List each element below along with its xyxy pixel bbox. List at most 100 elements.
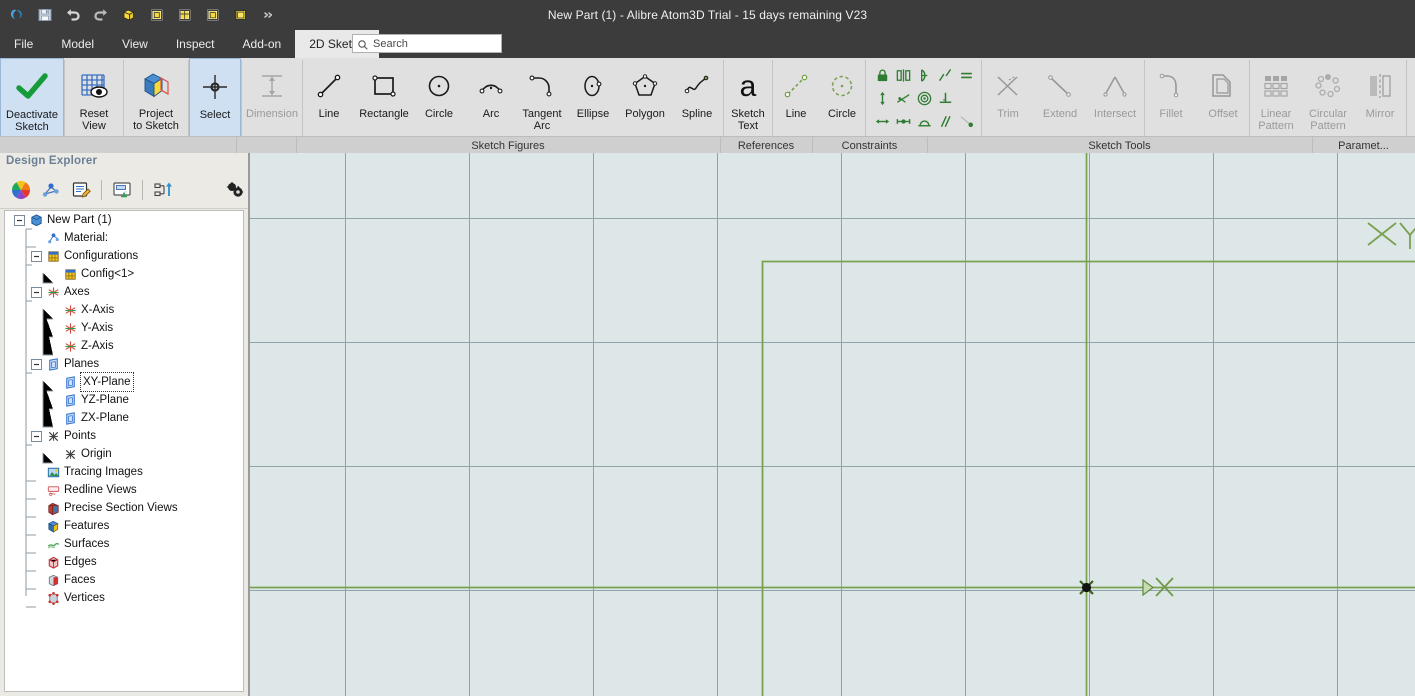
constraint-tangent-icon[interactable]	[895, 90, 912, 107]
tree-item-tracing-images[interactable]: Tracing Images	[5, 463, 243, 481]
reference-circle-button[interactable]: Circle	[819, 58, 865, 146]
tree-expander	[30, 502, 43, 515]
undo-icon[interactable]	[60, 2, 86, 28]
dimension-button[interactable]: Dimension	[242, 58, 302, 146]
design-explorer-tree[interactable]: New Part (1) Material: Configurations Confi…	[4, 210, 244, 692]
menu-item-view[interactable]: View	[108, 30, 162, 58]
intersect-button[interactable]: Intersect	[1086, 58, 1144, 146]
circular-pattern-button[interactable]: Circular Pattern	[1302, 58, 1354, 146]
collapse-tree-icon[interactable]	[150, 177, 176, 203]
line-button[interactable]: Line	[303, 58, 355, 146]
tree-row-container: New Part (1) Material: Configurations Confi…	[5, 211, 243, 607]
tree-item-origin[interactable]: Origin	[5, 445, 243, 463]
tree-item-faces[interactable]: Faces	[5, 571, 243, 589]
fillet-button[interactable]: Fillet	[1145, 58, 1197, 146]
constraint-perpendicular-icon[interactable]	[937, 90, 954, 107]
view-right-icon[interactable]	[200, 2, 226, 28]
constraint-midpoint-icon[interactable]	[895, 113, 912, 130]
tree-item-planes[interactable]: Planes	[5, 355, 243, 373]
redo-icon[interactable]	[88, 2, 114, 28]
tree-item-axes[interactable]: Axes	[5, 283, 243, 301]
view-iso-icon[interactable]	[116, 2, 142, 28]
tree-item-material[interactable]: Material:	[5, 229, 243, 247]
tree-item-surfaces[interactable]: Surfaces	[5, 535, 243, 553]
deactivate-sketch-button[interactable]: Deactivate Sketch	[0, 58, 64, 146]
view-top-icon[interactable]	[172, 2, 198, 28]
rectangle-button[interactable]: Rectangle	[355, 58, 413, 146]
alibre-atom3d-window: New Part (1) - Alibre Atom3D Trial - 15 …	[0, 0, 1415, 696]
tree-item-x-axis[interactable]: X-Axis	[5, 301, 243, 319]
reference-line-button[interactable]: Line	[773, 58, 819, 146]
tree-expander[interactable]	[30, 358, 43, 371]
color-wheel-icon[interactable]	[8, 177, 34, 203]
tree-expander	[47, 268, 60, 281]
polygon-button[interactable]: Polygon	[619, 58, 671, 146]
constraint-fix-icon[interactable]	[958, 113, 975, 130]
comment-export-icon[interactable]	[109, 177, 135, 203]
tree-item-configurations[interactable]: Configurations	[5, 247, 243, 265]
ellipse-button[interactable]: Ellipse	[567, 58, 619, 146]
spline-button[interactable]: Spline	[671, 58, 723, 146]
constraint-horizontal-icon[interactable]	[874, 113, 891, 130]
search-input[interactable]: Search	[352, 34, 502, 53]
equation-editor-button[interactable]: f(x) EquationEditor	[1407, 58, 1415, 146]
tree-item-precise-section-views[interactable]: Precise Section Views	[5, 499, 243, 517]
settings-gear-icon[interactable]	[222, 177, 248, 203]
constraint-equal-icon[interactable]	[958, 67, 975, 84]
linear-pattern-button[interactable]: Linear Pattern	[1250, 58, 1302, 146]
axis-icon	[63, 303, 78, 318]
constraint-arc-icon[interactable]	[916, 67, 933, 84]
view-front-icon[interactable]	[144, 2, 170, 28]
tree-item-redline-views[interactable]: Redline Views	[5, 481, 243, 499]
extend-icon	[1045, 65, 1075, 107]
reset-view-button[interactable]: Reset View	[65, 58, 123, 146]
project-to-sketch-button[interactable]: Project to Sketch	[124, 58, 188, 146]
tree-item-points[interactable]: Points	[5, 427, 243, 445]
tree-expander[interactable]	[30, 250, 43, 263]
tree-item-edges[interactable]: Edges	[5, 553, 243, 571]
constraint-collinear-icon[interactable]	[937, 67, 954, 84]
menu-item-model[interactable]: Model	[47, 30, 108, 58]
edit-notes-icon[interactable]	[68, 177, 94, 203]
circle-button[interactable]: Circle	[413, 58, 465, 146]
tree-expander[interactable]	[13, 214, 26, 227]
offset-button[interactable]: Offset	[1197, 58, 1249, 146]
tangent-arc-button[interactable]: Tangent Arc	[517, 58, 567, 146]
constraint-symmetric-icon[interactable]	[895, 67, 912, 84]
constraint-parallel-icon[interactable]	[937, 113, 954, 130]
view-shaded-icon[interactable]	[228, 2, 254, 28]
tree-item-features[interactable]: Features	[5, 517, 243, 535]
alibre-home-icon[interactable]	[4, 2, 30, 28]
menu-item-inspect[interactable]: Inspect	[162, 30, 229, 58]
save-icon[interactable]	[32, 2, 58, 28]
tree-item-new-part-1[interactable]: New Part (1)	[5, 211, 243, 229]
tree-expander[interactable]	[30, 286, 43, 299]
constraint-concentric-icon[interactable]	[916, 90, 933, 107]
rectangle-icon	[369, 65, 399, 107]
tree-item-config-1[interactable]: Config<1>	[5, 265, 243, 283]
constraint-coincident-icon[interactable]	[916, 113, 933, 130]
tree-item-zx-plane[interactable]: ZX-Plane	[5, 409, 243, 427]
arc-button[interactable]: Arc	[465, 58, 517, 146]
qat-overflow-icon[interactable]	[256, 2, 282, 28]
tree-item-label: Redline Views	[64, 484, 137, 496]
tree-item-xy-plane[interactable]: XY-Plane	[5, 372, 243, 392]
menu-item-addon[interactable]: Add-on	[229, 30, 296, 58]
tree-expander[interactable]	[30, 430, 43, 443]
tree-item-y-axis[interactable]: Y-Axis	[5, 319, 243, 337]
origin-marker[interactable]	[1079, 580, 1094, 595]
tree-item-z-axis[interactable]: Z-Axis	[5, 337, 243, 355]
sketch-viewport[interactable]	[250, 153, 1415, 696]
select-button[interactable]: Select	[189, 58, 241, 146]
sketch-text-button[interactable]: a Sketch Text	[724, 58, 772, 146]
trim-button[interactable]: Trim	[982, 58, 1034, 146]
tree-item-yz-plane[interactable]: YZ-Plane	[5, 391, 243, 409]
constraint-lock-icon[interactable]	[874, 67, 891, 84]
plane-icon	[63, 393, 78, 408]
tree-item-vertices[interactable]: Vertices	[5, 589, 243, 607]
mirror-button[interactable]: Mirror	[1354, 58, 1406, 146]
constraint-vertical-icon[interactable]	[874, 90, 891, 107]
material-node-icon[interactable]	[38, 177, 64, 203]
menu-item-file[interactable]: File	[0, 30, 47, 58]
extend-button[interactable]: Extend	[1034, 58, 1086, 146]
